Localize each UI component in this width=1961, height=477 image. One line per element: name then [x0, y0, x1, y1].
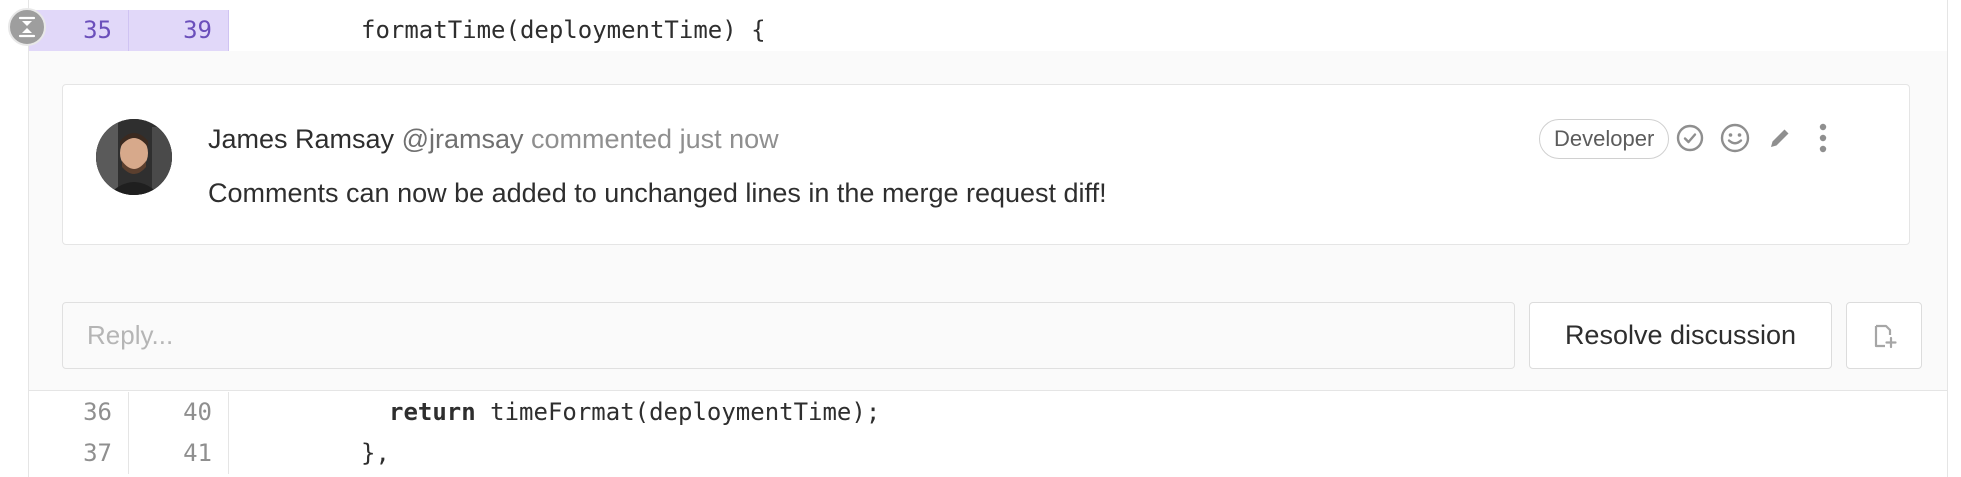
line-code: }, — [229, 433, 390, 474]
edit-pencil-icon[interactable] — [1763, 121, 1797, 155]
diff-file: 35 39 formatTime(deploymentTime) { James… — [28, 0, 1948, 477]
old-line-number[interactable]: 37 — [29, 433, 129, 474]
author-username[interactable]: @jramsay — [402, 124, 524, 154]
new-line-number[interactable]: 39 — [129, 10, 229, 51]
new-issue-icon — [1874, 324, 1897, 348]
diff-line: 36 40 return timeFormat(deploymentTime); — [29, 392, 1947, 433]
note-body: Comments can now be added to unchanged l… — [208, 178, 1107, 208]
discussion-note: James Ramsay @jramsay commented just now… — [62, 84, 1910, 245]
discussion-thread: James Ramsay @jramsay commented just now… — [29, 51, 1947, 281]
collapse-discussion-button[interactable] — [8, 8, 46, 46]
old-line-number[interactable]: 36 — [29, 392, 129, 433]
code-text: timeFormat(deploymentTime); — [475, 398, 881, 426]
note-timestamp: commented just now — [531, 124, 779, 154]
new-issue-button[interactable] — [1846, 302, 1922, 369]
note-header: James Ramsay @jramsay commented just now — [208, 121, 779, 157]
new-line-number[interactable]: 40 — [129, 392, 229, 433]
resolve-discussion-button[interactable]: Resolve discussion — [1529, 302, 1832, 369]
collapse-icon — [18, 16, 36, 38]
line-code: return timeFormat(deploymentTime); — [229, 392, 880, 433]
line-code: formatTime(deploymentTime) { — [229, 10, 766, 51]
emoji-smiley-icon[interactable] — [1718, 121, 1752, 155]
code-text: formatTime(deploymentTime) { — [361, 16, 766, 44]
new-line-number[interactable]: 41 — [129, 433, 229, 474]
role-badge: Developer — [1539, 119, 1670, 159]
avatar[interactable] — [96, 119, 172, 195]
reply-input[interactable]: Reply... — [62, 302, 1515, 369]
diff-line: 37 41 }, — [29, 433, 1947, 474]
reply-row: Reply... Resolve discussion — [29, 280, 1947, 391]
diff-line: 35 39 formatTime(deploymentTime) { — [29, 10, 1947, 52]
avatar-photo-icon — [96, 119, 172, 195]
resolve-check-icon[interactable] — [1673, 121, 1707, 155]
more-actions-icon[interactable] — [1806, 121, 1840, 155]
code-text: }, — [361, 439, 390, 467]
code-keyword: return — [389, 398, 476, 426]
author-name[interactable]: James Ramsay — [208, 124, 394, 154]
